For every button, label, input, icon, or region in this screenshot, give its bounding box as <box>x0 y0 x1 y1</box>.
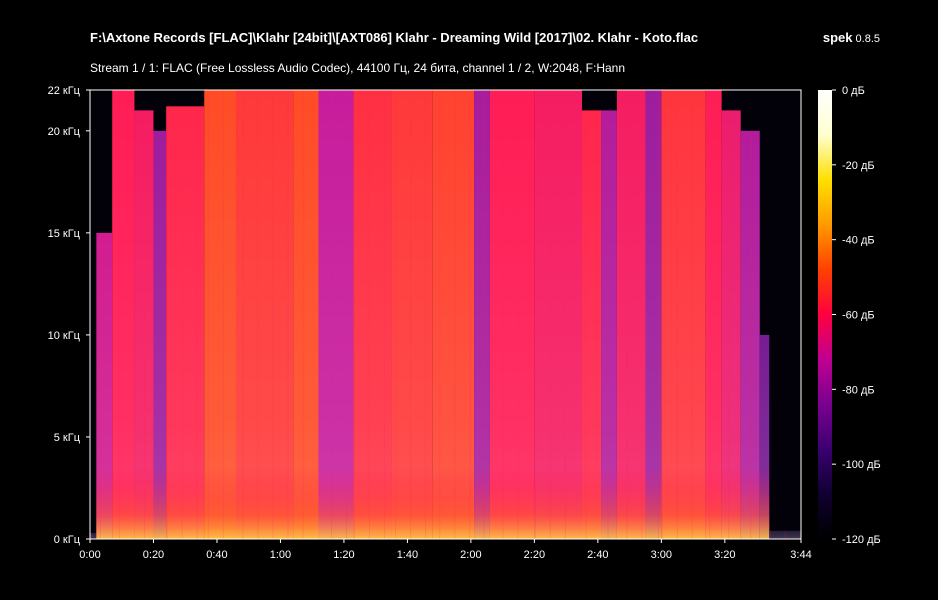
segment-bass <box>705 467 722 539</box>
segment-bass <box>353 467 392 539</box>
spectrum-segment <box>581 110 602 539</box>
segment-bass <box>204 467 237 539</box>
spectrum-segment <box>293 90 319 539</box>
spectrum-segment <box>166 106 205 539</box>
segment-bass <box>581 467 602 539</box>
x-tick-label: 2:40 <box>587 549 608 561</box>
segment-bass <box>721 467 741 539</box>
x-tick-label: 3:20 <box>714 549 735 561</box>
colorbar-tick-label: -100 дБ <box>842 459 881 471</box>
x-axis: 0:00 0:20 0:40 1:00 1:20 1:40 2:00 2:20 2:40 3:00… <box>79 539 812 561</box>
colorbar-tick-label: -80 дБ <box>842 384 875 396</box>
y-tick-label: 20 кГц <box>48 126 81 138</box>
segment-bass <box>661 467 706 539</box>
segment-bass <box>112 467 135 539</box>
segment-bass <box>601 467 617 539</box>
segment-bass <box>166 467 205 539</box>
spectrum-segment <box>153 130 167 539</box>
segment-bass <box>489 467 535 539</box>
segment-bass <box>153 467 167 539</box>
spectrum-segment <box>740 130 760 539</box>
x-tick-label: 1:40 <box>397 549 418 561</box>
spectrum-segment <box>616 90 646 539</box>
segment-bass <box>474 467 490 539</box>
y-tick-label: 15 кГц <box>48 228 81 240</box>
x-tick-label: 1:00 <box>270 549 291 561</box>
colorbar-tick-label: 0 дБ <box>842 85 865 97</box>
spectrum-segment <box>645 90 662 539</box>
x-tick-label: 2:20 <box>524 549 545 561</box>
segment-bass <box>293 467 319 539</box>
x-tick-label: 0:40 <box>206 549 227 561</box>
spectrum-segment <box>489 90 535 539</box>
segment-bass <box>96 467 113 539</box>
segment-bass <box>759 467 770 539</box>
spectrum-segment <box>112 90 135 539</box>
spectrum-segment <box>90 532 97 539</box>
x-tick-label: 3:44 <box>790 549 811 561</box>
y-tick-label: 0 кГц <box>54 534 81 546</box>
spectrum-segment <box>705 90 722 539</box>
segment-bass <box>391 467 433 539</box>
spectrum-segment <box>204 90 237 539</box>
spectrum-segment <box>432 90 475 539</box>
y-tick-label: 5 кГц <box>54 432 81 444</box>
spectrum-segment <box>769 530 801 539</box>
x-tick-label: 0:20 <box>143 549 164 561</box>
spectrum-segment <box>353 90 392 539</box>
spectrum-segment <box>134 110 154 539</box>
x-tick-label: 0:00 <box>79 549 100 561</box>
spectrum-segment <box>474 90 490 539</box>
segment-bass <box>318 467 354 539</box>
colorbar-tick-label: -60 дБ <box>842 310 875 322</box>
spectrum-segment <box>759 334 770 539</box>
colorbar-tick-label: -40 дБ <box>842 235 875 247</box>
x-tick-label: 2:00 <box>460 549 481 561</box>
colorbar-tick-label: -120 дБ <box>842 534 881 546</box>
segment-bass <box>534 467 582 539</box>
spectrum-segment <box>318 90 354 539</box>
segment-bass <box>432 467 475 539</box>
spectrum-segment <box>601 110 617 539</box>
spectrum-segment <box>721 110 741 539</box>
segment-bass <box>616 467 646 539</box>
spectrum-segment <box>96 232 113 539</box>
spectrum-segment <box>391 90 433 539</box>
y-tick-label: 10 кГц <box>48 330 81 342</box>
x-tick-label: 3:00 <box>651 549 672 561</box>
colorbar: 0 дБ -20 дБ -40 дБ -60 дБ -80 дБ -100 дБ -120 … <box>818 85 881 546</box>
spectrogram-chart: 0:00 0:20 0:40 1:00 1:20 1:40 2:00 2:20 2:40 3:00… <box>48 85 881 561</box>
segment-bass <box>236 467 294 539</box>
x-tick-label: 1:20 <box>333 549 354 561</box>
spectrum-segments <box>90 90 801 539</box>
colorbar-tick-label: -20 дБ <box>842 160 875 172</box>
y-tick-label: 22 кГц <box>48 85 81 97</box>
spectrum-segment <box>236 90 294 539</box>
colorbar-gradient <box>818 90 832 539</box>
spectrum-segment <box>661 90 706 539</box>
y-axis: 0 кГц 5 кГц 10 кГц 15 кГц 20 кГц 22 кГц <box>48 85 90 546</box>
spectrum-segment <box>534 90 582 539</box>
